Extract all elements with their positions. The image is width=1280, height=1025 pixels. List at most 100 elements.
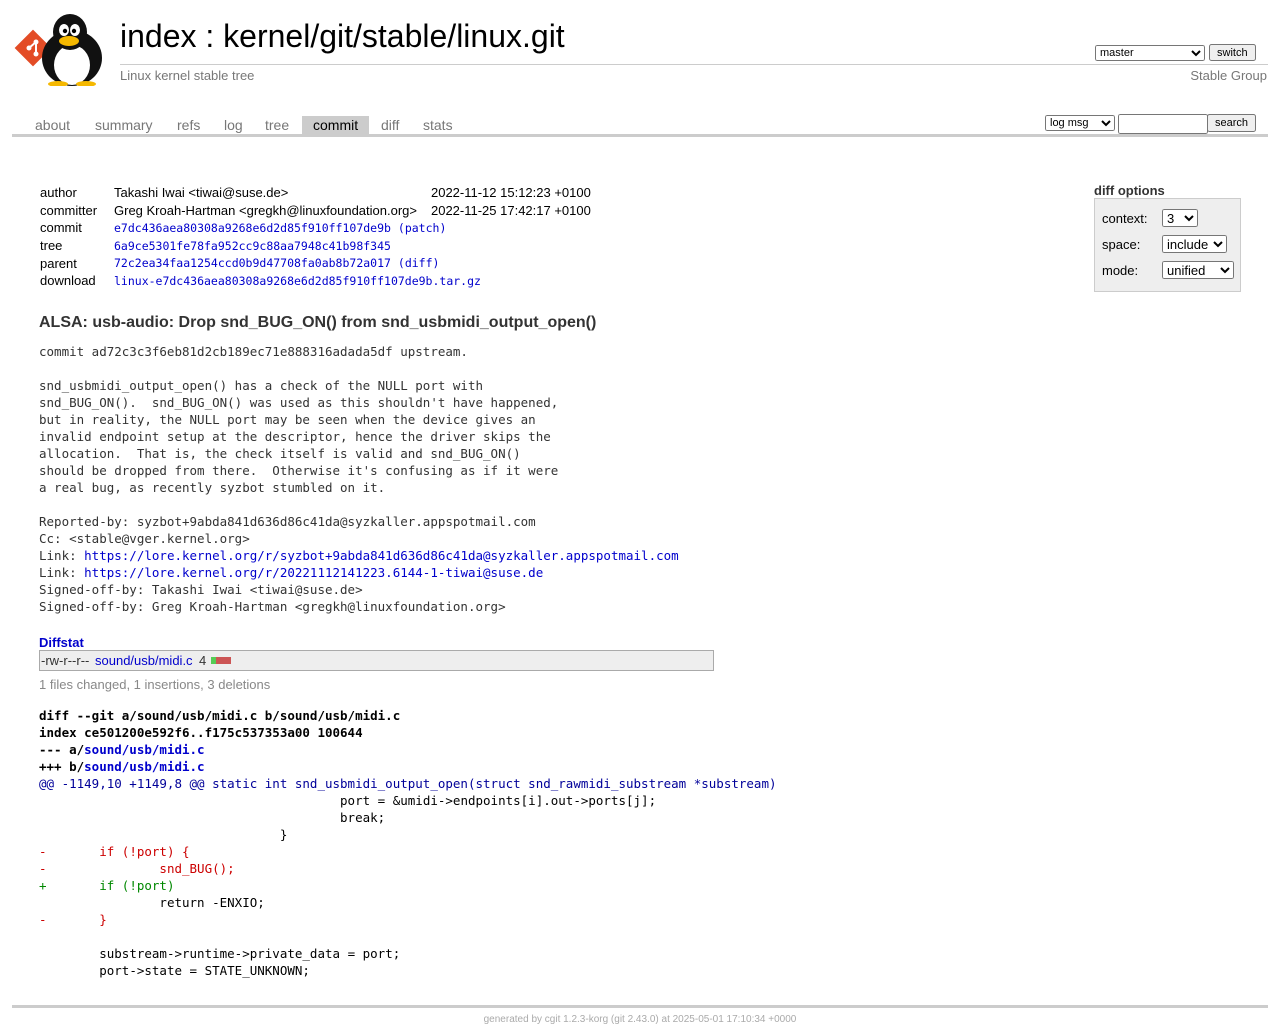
diffstat-deletions-bar — [216, 657, 231, 664]
signoff-line: Signed-off-by: Takashi Iwai <tiwai@suse.… — [39, 582, 363, 597]
diff-line-del: - if (!port) { — [39, 844, 190, 859]
parent-row: parent 72c2ea34faa1254ccd0b9d47708fa0ab8… — [36, 254, 595, 272]
parent-hash-link[interactable]: 72c2ea34faa1254ccd0b9d47708fa0ab8b72a017 — [114, 256, 391, 270]
footer-divider — [12, 1005, 1268, 1008]
diff-line-del: - } — [39, 912, 107, 927]
tab-stats[interactable]: stats — [412, 116, 464, 134]
diff-options-title: diff options — [1094, 183, 1165, 198]
page-title: index : kernel/git/stable/linux.git — [120, 16, 565, 56]
tree-hash-link[interactable]: 6a9ce5301fe78fa952cc9c88aa7948c41b98f345 — [114, 239, 391, 253]
header-divider — [120, 64, 1268, 65]
diff-line-ctx: port = &umidi->endpoints[i].out->ports[j… — [39, 793, 657, 808]
search-button[interactable]: search — [1207, 114, 1257, 132]
diff-view: diff --git a/sound/usb/midi.c b/sound/us… — [39, 707, 777, 979]
signoff-line: Signed-off-by: Greg Kroah-Hartman <gregk… — [39, 599, 506, 614]
download-row: download linux-e7dc436aea80308a9268e6d2d… — [36, 272, 595, 290]
author-label: author — [40, 185, 77, 201]
space-label: space: — [1102, 237, 1141, 252]
context-select[interactable]: 3 — [1162, 209, 1198, 227]
diff-line-ctx: substream->runtime->private_data = port; — [39, 946, 401, 961]
diff-index-line: index ce501200e592f6..f175c537353a00 100… — [39, 725, 363, 740]
tux-penguin-icon — [42, 14, 102, 86]
index-link[interactable]: index — [120, 18, 197, 54]
message-line: but in reality, the NULL port may be see… — [39, 412, 536, 427]
download-link[interactable]: linux-e7dc436aea80308a9268e6d2d85f910ff1… — [114, 274, 481, 288]
message-link[interactable]: https://lore.kernel.org/r/20221112141223… — [84, 565, 543, 580]
title-separator: : — [196, 18, 224, 54]
committer-label: committer — [40, 202, 98, 218]
diff-line-ctx: } — [39, 827, 288, 842]
message-link-line: Link: https://lore.kernel.org/r/20221112… — [39, 564, 679, 581]
diff-hunk-header: @@ -1149,10 +1149,8 @@ static int snd_us… — [39, 776, 777, 791]
cgit-logo[interactable] — [14, 10, 110, 86]
search-input[interactable] — [1118, 114, 1208, 134]
tab-about[interactable]: about — [24, 116, 81, 134]
parent-diff-link[interactable]: diff — [405, 256, 433, 270]
message-line: snd_usbmidi_output_open() has a check of… — [39, 378, 484, 393]
minus-file-link[interactable]: sound/usb/midi.c — [84, 742, 204, 757]
space-select[interactable]: include — [1162, 235, 1227, 253]
tab-commit[interactable]: commit — [302, 116, 370, 134]
diff-line-ctx: break; — [39, 810, 386, 825]
committer-date: 2022-11-25 17:42:17 +0100 — [430, 202, 591, 218]
parent-label: parent — [40, 255, 77, 271]
download-label: download — [40, 273, 96, 289]
diffstat-summary: 1 files changed, 1 insertions, 3 deletio… — [39, 677, 271, 692]
tree-row: tree 6a9ce5301fe78fa952cc9c88aa7948c41b9… — [36, 237, 595, 255]
diff-line-ctx — [39, 928, 777, 945]
mode-label: mode: — [1102, 263, 1139, 278]
context-label: context: — [1102, 211, 1148, 226]
plus-file-link[interactable]: sound/usb/midi.c — [84, 759, 204, 774]
commit-row: commit e7dc436aea80308a9268e6d2d85f910ff… — [36, 219, 595, 237]
commit-hash-link[interactable]: e7dc436aea80308a9268e6d2d85f910ff107de9b — [114, 221, 391, 235]
committer-value: Greg Kroah-Hartman <gregkh@linuxfoundati… — [114, 202, 417, 218]
patch-open: ( — [390, 220, 405, 235]
committer-row: committer Greg Kroah-Hartman <gregkh@lin… — [36, 202, 595, 220]
plus-prefix: +++ b/ — [39, 759, 85, 774]
tab-log[interactable]: log — [213, 116, 254, 134]
search-mode-select[interactable]: log msg — [1045, 115, 1115, 131]
message-line: Reported-by: syzbot+9abda841d636d86c41da… — [39, 514, 536, 529]
tab-refs[interactable]: refs — [166, 116, 211, 134]
tree-label: tree — [40, 238, 63, 254]
parent-diff-close: ) — [432, 256, 440, 271]
message-line: commit ad72c3c3f6eb81d2cb189ec71e888316a… — [39, 344, 468, 359]
repo-owner: Stable Group — [1190, 68, 1267, 83]
tab-summary[interactable]: summary — [84, 116, 164, 134]
message-line — [39, 496, 679, 513]
diff-options-panel: context: 3 space: include mode: unified — [1094, 198, 1241, 292]
diff-line-ctx: return -ENXIO; — [39, 895, 265, 910]
switch-button[interactable]: switch — [1209, 44, 1256, 61]
message-line: a real bug, as recently syzbot stumbled … — [39, 480, 386, 495]
message-line: allocation. That is, the check itself is… — [39, 446, 521, 461]
message-line: snd_BUG_ON(). snd_BUG_ON() was used as t… — [39, 395, 559, 410]
diffstat-link[interactable]: Diffstat — [39, 635, 84, 650]
tab-diff[interactable]: diff — [370, 116, 410, 134]
diff-line-add: + if (!port) — [39, 878, 175, 893]
message-link-line: Link: https://lore.kernel.org/r/syzbot+9… — [39, 547, 679, 564]
tab-tree[interactable]: tree — [254, 116, 300, 134]
file-mode: -rw-r--r-- — [41, 653, 90, 668]
commit-message: commit ad72c3c3f6eb81d2cb189ec71e888316a… — [39, 343, 679, 615]
diff-line-del: - snd_BUG(); — [39, 861, 235, 876]
branch-select[interactable]: master — [1095, 45, 1205, 61]
commit-label: commit — [40, 220, 82, 236]
commit-info-table: author Takashi Iwai <tiwai@suse.de> 2022… — [36, 184, 595, 290]
link-prefix: Link: — [39, 548, 85, 563]
commit-subject: ALSA: usb-audio: Drop snd_BUG_ON() from … — [39, 314, 597, 331]
diffstat-graph — [211, 657, 231, 664]
diff-line-ctx: port->state = STATE_UNKNOWN; — [39, 963, 310, 978]
author-value: Takashi Iwai <tiwai@suse.de> — [114, 185, 289, 201]
diff-minus-line: --- a/sound/usb/midi.c — [39, 741, 777, 758]
diff-lines: port = &umidi->endpoints[i].out->ports[j… — [39, 792, 777, 979]
repo-link[interactable]: kernel/git/stable/linux.git — [223, 18, 565, 54]
diff-header-line: diff --git a/sound/usb/midi.c b/sound/us… — [39, 708, 401, 723]
diffstat-file-link[interactable]: sound/usb/midi.c — [95, 653, 193, 668]
message-line: should be dropped from there. Otherwise … — [39, 463, 559, 478]
diffstat-table: -rw-r--r-- sound/usb/midi.c 4 — [39, 650, 714, 671]
author-date: 2022-11-12 15:12:23 +0100 — [430, 185, 591, 201]
footer-text: generated by cgit 1.2.3-korg (git 2.43.0… — [483, 1014, 797, 1025]
mode-select[interactable]: unified — [1162, 261, 1234, 279]
patch-link[interactable]: patch — [405, 221, 440, 235]
message-link[interactable]: https://lore.kernel.org/r/syzbot+9abda84… — [84, 548, 679, 563]
